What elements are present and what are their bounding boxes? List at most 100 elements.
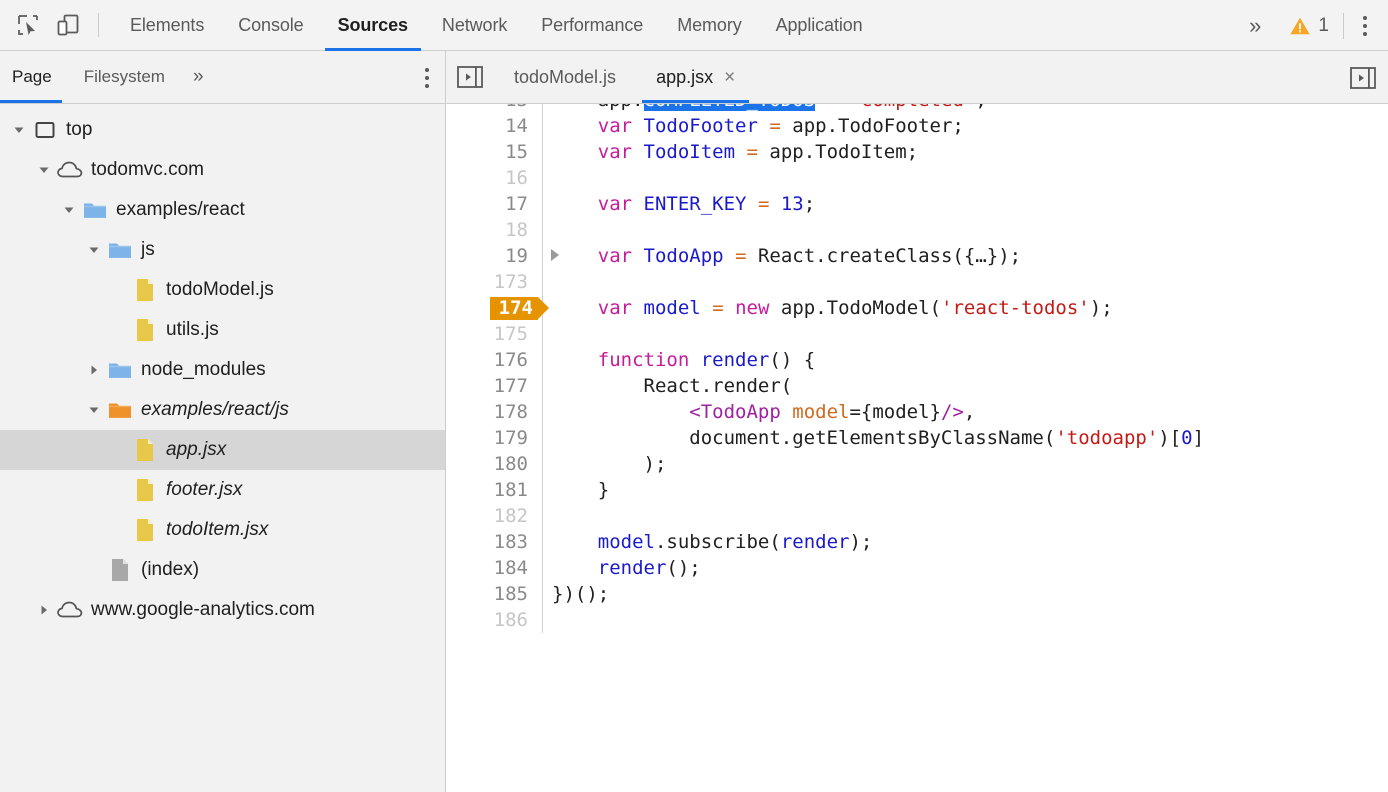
file-icon — [105, 558, 135, 582]
line-number[interactable]: 177 — [446, 373, 543, 399]
code-token-kw: var — [598, 141, 632, 163]
inspect-element-icon[interactable] — [8, 5, 48, 45]
tree-item-utils-js[interactable]: utils.js — [0, 310, 445, 350]
code-line-text: var model = new app.TodoModel('react-tod… — [543, 295, 1113, 321]
code-line: 180 ); — [446, 451, 1388, 477]
code-line-text: var TodoFooter = app.TodoFooter; — [543, 113, 964, 139]
code-line-text: var TodoApp = React.createClass({…}); — [543, 243, 1021, 269]
code-token-plain — [552, 297, 598, 319]
chevron-down-icon[interactable] — [33, 164, 55, 176]
tab-console[interactable]: Console — [221, 0, 320, 51]
tree-item-examples-react[interactable]: examples/react — [0, 190, 445, 230]
line-number[interactable]: 19 — [446, 243, 543, 269]
code-token-plain: () { — [769, 349, 815, 371]
tree-item-index[interactable]: (index) — [0, 550, 445, 590]
line-number[interactable]: 15 — [446, 139, 543, 165]
line-number[interactable]: 181 — [446, 477, 543, 503]
code-line-text: var TodoItem = app.TodoItem; — [543, 139, 918, 165]
line-number[interactable]: 17 — [446, 191, 543, 217]
tree-item-todomvc-com[interactable]: todomvc.com — [0, 150, 445, 190]
tree-item-app-jsx[interactable]: app.jsx — [0, 430, 445, 470]
tree-item-label: todoModel.js — [160, 279, 274, 301]
chevron-down-icon[interactable] — [83, 244, 105, 256]
code-token-tag: <TodoApp — [689, 401, 781, 423]
tree-item-node-modules[interactable]: node_modules — [0, 350, 445, 390]
tab-memory[interactable]: Memory — [660, 0, 758, 51]
line-number-label: 176 — [494, 349, 528, 371]
chevron-down-icon[interactable] — [8, 124, 30, 136]
show-navigator-icon[interactable] — [446, 51, 494, 103]
line-number[interactable]: 175 — [446, 321, 543, 347]
tree-item-label: node_modules — [135, 359, 266, 381]
code-line: 184 render(); — [446, 555, 1388, 581]
code-token-plain — [735, 141, 746, 163]
toolbar-divider — [98, 13, 99, 37]
editor-tab-appjsx[interactable]: app.jsx × — [636, 51, 755, 103]
line-number[interactable]: 184 — [446, 555, 543, 581]
code-line: 183 model.subscribe(render); — [446, 529, 1388, 555]
line-number[interactable]: 14 — [446, 113, 543, 139]
line-number[interactable]: 178 — [446, 399, 543, 425]
warning-status-badge[interactable]: 1 — [1275, 15, 1339, 37]
tree-item-footer-jsx[interactable]: footer.jsx — [0, 470, 445, 510]
tree-item-top[interactable]: top — [0, 110, 445, 150]
code-line-text: })(); — [543, 581, 609, 607]
code-token-plain: })(); — [552, 583, 609, 605]
line-number[interactable]: 180 — [446, 451, 543, 477]
line-number[interactable]: 18 — [446, 217, 543, 243]
tree-item-js[interactable]: js — [0, 230, 445, 270]
more-panels-chevron-icon[interactable]: » — [1235, 15, 1275, 37]
folder-icon — [105, 400, 135, 420]
line-number[interactable]: 173 — [446, 269, 543, 295]
line-number[interactable]: 182 — [446, 503, 543, 529]
toolbar-divider-2 — [1343, 13, 1344, 39]
editor-tab-todomodel[interactable]: todoModel.js — [494, 51, 636, 103]
line-number[interactable]: 179 — [446, 425, 543, 451]
code-token-kw: var — [598, 193, 632, 215]
code-line-text: React.render( — [543, 373, 792, 399]
tab-network[interactable]: Network — [425, 0, 524, 51]
code-editor[interactable]: 13 app.COMPLETED_TODOS = 'completed';14 … — [446, 104, 1388, 792]
chevron-down-icon[interactable] — [83, 404, 105, 416]
tree-item-examples-react-js[interactable]: examples/react/js — [0, 390, 445, 430]
tab-application[interactable]: Application — [759, 0, 880, 51]
main-menu-kebab-icon[interactable] — [1348, 6, 1382, 46]
chevron-right-icon[interactable] — [33, 604, 55, 616]
close-icon[interactable]: × — [724, 68, 735, 87]
code-fold-arrow-icon[interactable] — [551, 249, 559, 261]
code-token-kw: function — [598, 349, 690, 371]
hide-navigator-icon[interactable] — [1350, 51, 1376, 104]
line-number[interactable]: 185 — [446, 581, 543, 607]
navigator-more-chevron-icon[interactable]: » — [181, 51, 216, 103]
tab-sources[interactable]: Sources — [321, 0, 425, 51]
code-line: 18 — [446, 217, 1388, 243]
line-number[interactable]: 13 — [446, 104, 543, 113]
code-line-text: app.COMPLETED_TODOS = 'completed'; — [543, 104, 987, 113]
editor-tab-label: app.jsx — [656, 67, 713, 88]
breakpoint-marker[interactable]: 174 — [446, 295, 543, 321]
navigator-tab-page[interactable]: Page — [0, 51, 68, 103]
line-number[interactable]: 176 — [446, 347, 543, 373]
line-number[interactable]: 16 — [446, 165, 543, 191]
chevron-down-icon[interactable] — [58, 204, 80, 216]
code-token-op: = — [712, 297, 723, 319]
editor-tab-label: todoModel.js — [514, 67, 616, 88]
line-number[interactable]: 183 — [446, 529, 543, 555]
tree-item-www-google-analytics-com[interactable]: www.google-analytics.com — [0, 590, 445, 630]
device-toolbar-icon[interactable] — [48, 5, 88, 45]
tree-item-todomodel-js[interactable]: todoModel.js — [0, 270, 445, 310]
tree-item-todoitem-jsx[interactable]: todoItem.jsx — [0, 510, 445, 550]
code-line: 176 function render() { — [446, 347, 1388, 373]
code-token-kw: var — [598, 245, 632, 267]
code-line: 185 })(); — [446, 581, 1388, 607]
tab-elements[interactable]: Elements — [113, 0, 221, 51]
navigator-menu-kebab-icon[interactable] — [425, 51, 429, 104]
code-token-plain: ; — [975, 104, 986, 111]
navigator-tab-filesystem[interactable]: Filesystem — [68, 51, 181, 103]
chevron-right-icon[interactable] — [83, 364, 105, 376]
line-number[interactable]: 186 — [446, 607, 543, 633]
code-token-plain — [552, 401, 689, 423]
panel-tab-list: Elements Console Sources Network Perform… — [113, 0, 880, 51]
tab-performance[interactable]: Performance — [524, 0, 660, 51]
code-token-plain: ; — [804, 193, 815, 215]
